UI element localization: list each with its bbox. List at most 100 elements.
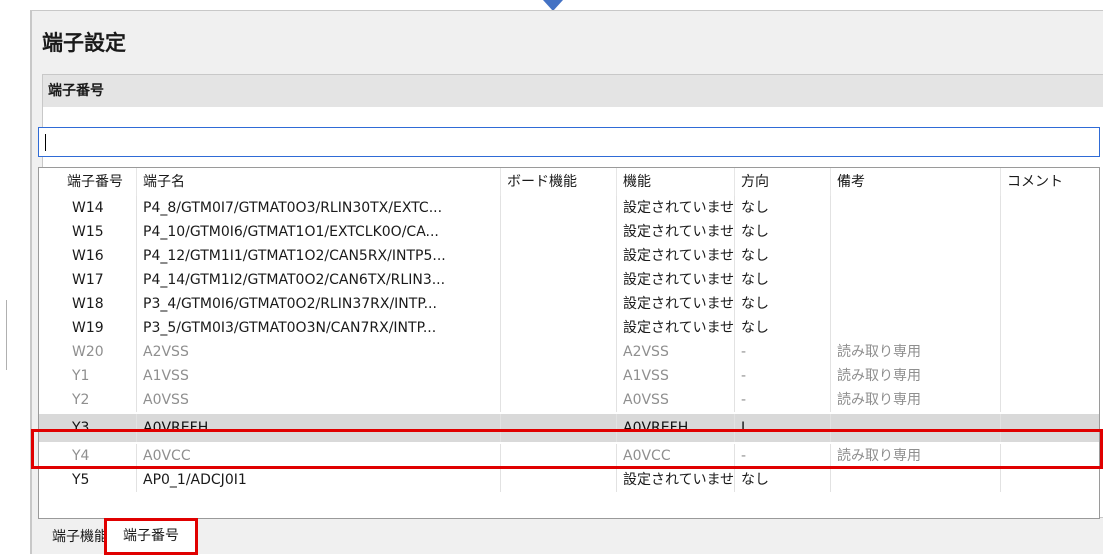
comment-cell: [1001, 292, 1099, 316]
column-header-note[interactable]: 備考: [831, 168, 1001, 196]
column-header-board-function[interactable]: ボード機能: [501, 168, 617, 196]
column-header-direction[interactable]: 方向: [735, 168, 831, 196]
tab-pin-number[interactable]: 端子番号: [104, 518, 198, 555]
pin-number-cell: Y4: [39, 444, 137, 468]
table-row[interactable]: W15 P4_10/GTM0I6/GTMAT1O1/EXTCLK0O/CA... 設…: [39, 220, 1099, 244]
column-header-function[interactable]: 機能: [617, 168, 735, 196]
table-row[interactable]: W18 P3_4/GTM0I6/GTMAT0O2/RLIN37RX/INTP...…: [39, 292, 1099, 316]
table-row[interactable]: Y4 A0VCC A0VCC - 読み取り専用: [39, 444, 1099, 468]
direction-cell: なし: [735, 468, 831, 492]
pin-number-section: 端子番号 端子番号 端子名 ボード機能 機能 方向 備考 コメント W14 P4_…: [38, 74, 1103, 519]
direction-cell: なし: [735, 220, 831, 244]
pin-name-cell: P3_4/GTM0I6/GTMAT0O2/RLIN37RX/INTP...: [137, 292, 501, 316]
pin-name-cell: A2VSS: [137, 340, 501, 364]
pin-name-cell: AP0_1/ADCJ0I1: [137, 468, 501, 492]
section-header: 端子番号: [43, 75, 1103, 107]
window-edge: [6, 300, 7, 370]
note-cell: [831, 196, 1001, 220]
comment-cell: [1001, 340, 1099, 364]
board-function-cell: [501, 268, 617, 292]
board-function-cell: [501, 340, 617, 364]
table-row[interactable]: Y3 A0VREFH A0VREFH I: [39, 414, 1099, 442]
direction-cell: なし: [735, 244, 831, 268]
function-cell: A2VSS: [617, 340, 735, 364]
table-row[interactable]: Y5 AP0_1/ADCJ0I1 設定されていませ なし: [39, 468, 1099, 492]
pin-name-cell: A0VCC: [137, 444, 501, 468]
note-cell: 読み取り専用: [831, 444, 1001, 468]
function-cell: 設定されていませ: [617, 220, 735, 244]
pin-number-cell: W19: [39, 316, 137, 340]
direction-cell: なし: [735, 196, 831, 220]
table-row[interactable]: W14 P4_8/GTM0I7/GTMAT0O3/RLIN30TX/EXTC...…: [39, 196, 1099, 220]
function-cell: 設定されていませ: [617, 292, 735, 316]
note-cell: [831, 244, 1001, 268]
function-cell: A0VSS: [617, 388, 735, 412]
direction-cell: なし: [735, 292, 831, 316]
board-function-cell: [501, 196, 617, 220]
pin-name-cell: A1VSS: [137, 364, 501, 388]
search-input[interactable]: [38, 127, 1100, 157]
table-row[interactable]: W17 P4_14/GTM1I2/GTMAT0O2/CAN6TX/RLIN3...…: [39, 268, 1099, 292]
function-cell: A0VREFH: [617, 414, 735, 442]
direction-cell: なし: [735, 268, 831, 292]
note-cell: [831, 316, 1001, 340]
note-cell: [831, 292, 1001, 316]
board-function-cell: [501, 244, 617, 268]
pin-number-cell: Y2: [39, 388, 137, 412]
pin-table: 端子番号 端子名 ボード機能 機能 方向 備考 コメント W14 P4_8/GTM…: [38, 167, 1100, 519]
board-function-cell: [501, 364, 617, 388]
note-cell: [831, 268, 1001, 292]
comment-cell: [1001, 268, 1099, 292]
direction-cell: -: [735, 364, 831, 388]
direction-cell: なし: [735, 316, 831, 340]
panel-title: 端子設定: [42, 31, 126, 55]
table-row[interactable]: W20 A2VSS A2VSS - 読み取り専用: [39, 340, 1099, 364]
column-header-pin-name[interactable]: 端子名: [137, 168, 501, 196]
pin-name-cell: P3_5/GTM0I3/GTMAT0O3N/CAN7RX/INTP...: [137, 316, 501, 340]
pin-number-cell: W16: [39, 244, 137, 268]
column-header-pin-number[interactable]: 端子番号: [39, 168, 137, 196]
comment-cell: [1001, 196, 1099, 220]
board-function-cell: [501, 316, 617, 340]
table-row[interactable]: W16 P4_12/GTM1I1/GTMAT1O2/CAN5RX/INTP5...…: [39, 244, 1099, 268]
comment-cell: [1001, 468, 1099, 492]
table-row[interactable]: Y2 A0VSS A0VSS - 読み取り専用: [39, 388, 1099, 412]
board-function-cell: [501, 414, 617, 442]
comment-cell: [1001, 316, 1099, 340]
direction-cell: -: [735, 388, 831, 412]
pin-name-cell: P4_10/GTM0I6/GTMAT1O1/EXTCLK0O/CA...: [137, 220, 501, 244]
note-cell: 読み取り専用: [831, 364, 1001, 388]
board-function-cell: [501, 388, 617, 412]
column-header-comment[interactable]: コメント: [1001, 168, 1099, 196]
board-function-cell: [501, 444, 617, 468]
board-function-cell: [501, 468, 617, 492]
board-function-cell: [501, 292, 617, 316]
function-cell: A1VSS: [617, 364, 735, 388]
note-cell: [831, 220, 1001, 244]
table-header-row: 端子番号 端子名 ボード機能 機能 方向 備考 コメント: [39, 168, 1099, 196]
comment-cell: [1001, 364, 1099, 388]
pin-settings-panel: 端子設定 端子番号 端子番号 端子名 ボード機能 機能 方向 備考 コメント W…: [30, 10, 1103, 555]
direction-cell: I: [735, 414, 831, 442]
pin-name-cell: P4_14/GTM1I2/GTMAT0O2/CAN6TX/RLIN3...: [137, 268, 501, 292]
table-row[interactable]: Y1 A1VSS A1VSS - 読み取り専用: [39, 364, 1099, 388]
note-cell: [831, 468, 1001, 492]
table-row[interactable]: W19 P3_5/GTM0I3/GTMAT0O3N/CAN7RX/INTP... 設…: [39, 316, 1099, 340]
comment-cell: [1001, 414, 1099, 442]
tab-pin-function[interactable]: 端子機能: [52, 519, 108, 555]
pin-number-cell: W17: [39, 268, 137, 292]
comment-cell: [1001, 444, 1099, 468]
board-function-cell: [501, 220, 617, 244]
pin-number-cell: W18: [39, 292, 137, 316]
pin-number-cell: W20: [39, 340, 137, 364]
note-cell: 読み取り専用: [831, 340, 1001, 364]
pin-name-cell: A0VREFH: [137, 414, 501, 442]
pin-name-cell: P4_12/GTM1I1/GTMAT1O2/CAN5RX/INTP5...: [137, 244, 501, 268]
pin-number-cell: Y3: [39, 414, 137, 442]
pin-number-cell: W15: [39, 220, 137, 244]
text-caret: [45, 134, 46, 151]
pin-name-cell: A0VSS: [137, 388, 501, 412]
direction-cell: -: [735, 444, 831, 468]
note-cell: 読み取り専用: [831, 388, 1001, 412]
function-cell: 設定されていませ: [617, 196, 735, 220]
